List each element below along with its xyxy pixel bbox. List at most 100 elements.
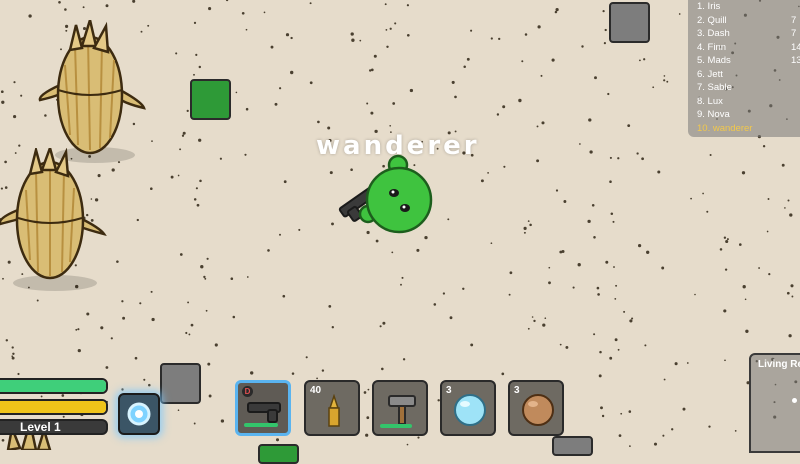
hotbar-slot-2[interactable]: 40 [304, 380, 360, 436]
sand-speckle [686, 362, 689, 364]
sand-speckle [11, 356, 15, 360]
sand-speckle [503, 165, 506, 168]
sand-speckle [533, 319, 536, 323]
sand-speckle [597, 293, 600, 296]
sand-speckle [789, 213, 793, 217]
sand-speckle [328, 305, 332, 308]
sand-speckle [370, 68, 374, 72]
leaderboard-row: 6. Jett [697, 68, 723, 80]
sand-speckle [784, 207, 786, 209]
sand-speckle [657, 170, 661, 174]
sand-speckle [690, 197, 692, 200]
sand-speckle [394, 22, 397, 25]
sand-speckle [0, 90, 4, 94]
sand-speckle [623, 310, 626, 313]
energy-orb-icon [127, 402, 151, 426]
sand-speckle [548, 266, 551, 269]
sand-speckle [462, 287, 465, 290]
sand-speckle [666, 80, 669, 83]
sand-speckle [496, 113, 500, 116]
sand-speckle [594, 76, 597, 80]
sand-speckle [529, 223, 532, 227]
sand-speckle [230, 277, 234, 280]
sand-speckle [768, 273, 771, 276]
sand-speckle [641, 157, 644, 161]
ability-button[interactable] [118, 393, 160, 435]
sand-speckle [351, 38, 355, 42]
leaderboard-row: 3. Dash 7 [697, 28, 797, 39]
gray-stone-block [609, 2, 650, 43]
sand-speckle [466, 57, 470, 61]
minimap-panel[interactable]: Living Re [749, 353, 800, 453]
sand-speckle [179, 148, 182, 151]
sand-speckle [617, 157, 620, 160]
sand-speckle [587, 219, 591, 224]
sand-speckle [551, 58, 555, 62]
sand-speckle [791, 295, 794, 298]
sand-speckle [540, 74, 543, 77]
hotbar-slot-5[interactable]: 3 [508, 380, 564, 436]
sand-speckle [615, 284, 618, 287]
sand-speckle [196, 203, 200, 207]
sand-speckle [365, 433, 369, 437]
sand-speckle [614, 298, 617, 300]
sand-speckle [244, 153, 247, 156]
sand-speckle [195, 187, 198, 190]
sand-speckle [498, 37, 501, 41]
sand-speckle [283, 180, 287, 184]
sand-speckle [385, 28, 388, 31]
sand-speckle [723, 309, 727, 313]
sand-speckle [136, 218, 139, 222]
sand-speckle [781, 163, 785, 167]
sand-speckle [490, 242, 493, 245]
sand-speckle [661, 266, 665, 270]
sand-speckle [609, 180, 612, 183]
sand-speckle [406, 4, 410, 7]
sand-speckle [241, 11, 245, 15]
sand-speckle [82, 6, 85, 9]
sand-speckle [734, 430, 737, 432]
sand-speckle [204, 277, 207, 280]
sand-speckle [628, 410, 632, 413]
sand-speckle [470, 29, 473, 32]
sand-speckle [134, 356, 138, 360]
sand-speckle [725, 239, 729, 244]
sand-speckle [406, 33, 410, 37]
sand-speckle [321, 369, 325, 372]
sand-speckle [86, 312, 90, 316]
health-bar [0, 378, 108, 394]
sand-speckle [290, 36, 293, 40]
sand-speckle [11, 346, 14, 349]
sand-speckle [375, 239, 379, 243]
sand-speckle [208, 394, 212, 398]
hotbar-slot-3[interactable] [372, 380, 428, 436]
rock-orb-icon [522, 394, 554, 426]
sand-speckle [61, 394, 65, 397]
sand-speckle [694, 293, 696, 296]
sand-speckle [298, 228, 301, 231]
ammo-icon [328, 394, 340, 427]
item-count: 3 [514, 385, 520, 396]
sand-speckle [195, 53, 198, 56]
hotbar-slot-4[interactable]: 3 [440, 380, 496, 436]
sand-speckle [77, 348, 81, 353]
sand-speckle [206, 257, 209, 260]
sand-speckle [389, 27, 392, 30]
sand-speckle [400, 283, 402, 286]
sand-speckle [132, 0, 136, 3]
sand-speckle [449, 316, 453, 320]
sand-speckle [245, 28, 248, 31]
sand-speckle [58, 0, 61, 4]
hotbar-slot-1[interactable]: D [235, 380, 291, 436]
durability-bar [380, 424, 412, 428]
sand-speckle [17, 372, 20, 376]
sand-speckle [726, 238, 729, 241]
sand-speckle [490, 37, 493, 40]
sand-speckle [674, 362, 678, 366]
sand-speckle [724, 268, 728, 271]
sand-speckle [331, 326, 334, 329]
sand-speckle [208, 7, 212, 11]
sand-speckle [636, 152, 639, 155]
sand-speckle [366, 416, 370, 420]
sand-speckle [786, 291, 790, 295]
